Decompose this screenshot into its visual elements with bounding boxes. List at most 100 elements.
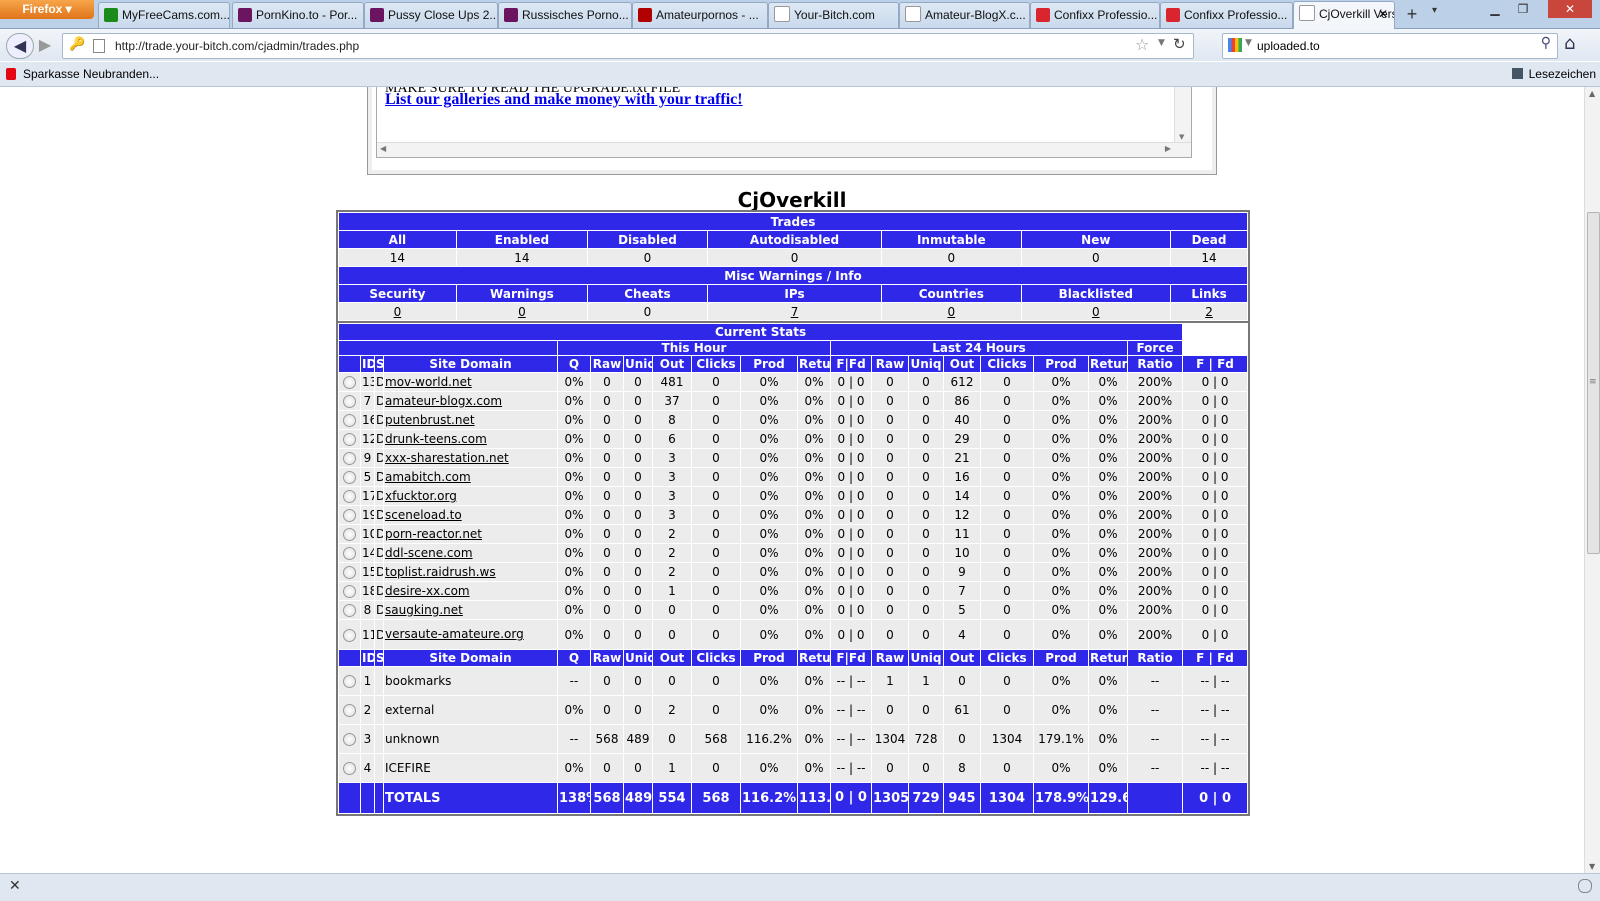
site-domain-link[interactable]: sceneload.to <box>385 508 462 522</box>
stats-cell: 0 <box>909 506 943 524</box>
misc-value-link[interactable]: 0 <box>947 305 955 319</box>
scroll-down-icon[interactable]: ▼ <box>1179 133 1184 141</box>
stats-cell: 0 <box>909 696 943 724</box>
misc-value-link[interactable]: 0 <box>394 305 402 319</box>
search-input[interactable]: uploaded.to <box>1257 34 1320 58</box>
site-domain-link[interactable]: amateur-blogx.com <box>385 394 502 408</box>
back-arrow-icon[interactable]: ◀ <box>6 33 34 59</box>
search-bar[interactable]: ▼ uploaded.to ⚲ <box>1222 33 1558 59</box>
browser-tab[interactable]: CjOverkill Versi...✕ <box>1293 1 1395 29</box>
stats-cell: 0 <box>692 449 740 467</box>
site-domain-link[interactable]: toplist.raidrush.ws <box>385 565 496 579</box>
url-history-dropdown-icon[interactable]: ▼ <box>1158 38 1165 48</box>
home-icon[interactable]: ⌂ <box>1564 33 1575 54</box>
browser-tab[interactable]: Confixx Professio... <box>1030 2 1160 28</box>
bookmark-sparkasse[interactable]: Sparkasse Neubranden... <box>6 62 159 86</box>
select-radio[interactable] <box>343 509 356 522</box>
stats-cell: 0% <box>798 696 830 724</box>
stats-cell: 200% <box>1128 601 1183 619</box>
page-vertical-scrollbar[interactable]: ▲ ≡ ▼ <box>1584 87 1600 873</box>
trades-header: Enabled <box>456 231 588 248</box>
misc-value-link[interactable]: 0 <box>518 305 526 319</box>
select-radio[interactable] <box>343 414 356 427</box>
browser-tab[interactable]: Amateurpornos - ... <box>632 2 768 28</box>
bookmarks-menu-button[interactable]: Lesezeichen <box>1511 62 1596 86</box>
stats-cell: 0% <box>558 468 590 486</box>
maximize-icon[interactable]: ❐ <box>1510 0 1536 18</box>
trades-value: 0 <box>1021 249 1171 266</box>
search-icon[interactable]: ⚲ <box>1541 35 1551 51</box>
misc-value-link[interactable]: 7 <box>791 305 799 319</box>
trades-header: Autodisabled <box>707 231 882 248</box>
browser-tab[interactable]: Pussy Close Ups 2... <box>364 2 498 28</box>
select-radio[interactable] <box>343 452 356 465</box>
site-domain-link[interactable]: drunk-teens.com <box>385 432 487 446</box>
select-radio[interactable] <box>343 490 356 503</box>
site-domain-link[interactable]: versaute-amateure.org <box>385 627 524 641</box>
tab-list-dropdown-icon[interactable]: ▾ <box>1432 5 1437 16</box>
select-radio[interactable] <box>343 376 356 389</box>
browser-tab[interactable]: Amateur-BlogX.c... <box>899 2 1030 28</box>
stats-cell: 0% <box>1089 667 1127 695</box>
site-domain-link[interactable]: desire-xx.com <box>385 584 470 598</box>
site-domain-link[interactable]: xfucktor.org <box>385 489 457 503</box>
news-horizontal-scrollbar[interactable]: ◀ ▶ <box>377 142 1191 157</box>
column-header: S <box>375 650 383 666</box>
minimize-icon[interactable]: ▁ <box>1482 0 1508 18</box>
window-close-icon[interactable]: ✕ <box>1548 0 1592 18</box>
stats-cell: 0 <box>909 449 943 467</box>
stats-cell: 0 <box>591 696 623 724</box>
select-radio[interactable] <box>343 566 356 579</box>
select-radio[interactable] <box>343 704 356 717</box>
new-tab-button[interactable]: + <box>1397 2 1427 26</box>
select-radio[interactable] <box>343 395 356 408</box>
forward-arrow-icon[interactable]: ▶ <box>34 33 56 57</box>
addon-icon[interactable] <box>1578 879 1592 893</box>
site-domain-link[interactable]: saugking.net <box>385 603 463 617</box>
site-identity-icon[interactable]: 🔑 <box>69 37 85 52</box>
url-bar[interactable]: 🔑 http://trade.your-bitch.com/cjadmin/tr… <box>62 33 1194 59</box>
site-domain-link[interactable]: xxx-sharestation.net <box>385 451 509 465</box>
browser-tab[interactable]: MyFreeCams.com... <box>98 2 230 28</box>
browser-tab[interactable]: Confixx Professio... <box>1160 2 1293 28</box>
stats-cell: 729 <box>909 783 943 813</box>
site-domain-link[interactable]: amabitch.com <box>385 470 471 484</box>
select-radio[interactable] <box>343 471 356 484</box>
select-radio[interactable] <box>343 585 356 598</box>
close-addon-bar-icon[interactable]: ✕ <box>9 878 21 894</box>
list-galleries-link[interactable]: List our galleries and make money with y… <box>385 91 743 109</box>
url-text[interactable]: http://trade.your-bitch.com/cjadmin/trad… <box>115 34 359 58</box>
select-radio[interactable] <box>343 604 356 617</box>
misc-value-link[interactable]: 2 <box>1205 305 1213 319</box>
select-radio[interactable] <box>343 733 356 746</box>
stats-cell: 0 <box>981 506 1033 524</box>
select-radio[interactable] <box>343 762 356 775</box>
scroll-up-icon[interactable]: ▲ <box>1589 89 1595 98</box>
browser-tab[interactable]: Your-Bitch.com <box>768 2 899 28</box>
bookmark-star-icon[interactable]: ☆ <box>1135 35 1149 54</box>
news-vertical-scrollbar[interactable]: ▼ <box>1174 87 1191 143</box>
site-domain-link[interactable]: ddl-scene.com <box>385 546 473 560</box>
select-radio[interactable] <box>343 675 356 688</box>
page-icon <box>93 39 105 53</box>
select-radio[interactable] <box>343 547 356 560</box>
select-radio[interactable] <box>343 628 356 642</box>
scroll-down-icon[interactable]: ▼ <box>1589 862 1595 871</box>
select-radio[interactable] <box>343 433 356 446</box>
status-bar: ✕ <box>0 873 1600 901</box>
select-radio[interactable] <box>343 528 356 541</box>
browser-tab[interactable]: Russisches Porno... <box>498 2 632 28</box>
misc-value-link[interactable]: 0 <box>1092 305 1100 319</box>
news-frame[interactable]: MAKE SURE TO READ THE UPGRADE.txt FILE L… <box>376 87 1192 158</box>
search-engine-dropdown-icon[interactable]: ▼ <box>1245 38 1252 48</box>
site-domain-link[interactable]: putenbrust.net <box>385 413 475 427</box>
site-domain-link[interactable]: mov-world.net <box>385 375 472 389</box>
browser-tab[interactable]: PornKino.to - Por... <box>232 2 364 28</box>
scroll-left-icon[interactable]: ◀ <box>380 144 386 153</box>
site-domain-link[interactable]: porn-reactor.net <box>385 527 482 541</box>
tab-close-icon[interactable]: ✕ <box>1378 2 1388 27</box>
firefox-menu-button[interactable]: Firefox ▾ <box>0 0 94 19</box>
google-engine-icon[interactable] <box>1228 38 1242 52</box>
reload-icon[interactable]: ↻ <box>1173 35 1186 53</box>
scroll-right-icon[interactable]: ▶ <box>1165 144 1171 153</box>
